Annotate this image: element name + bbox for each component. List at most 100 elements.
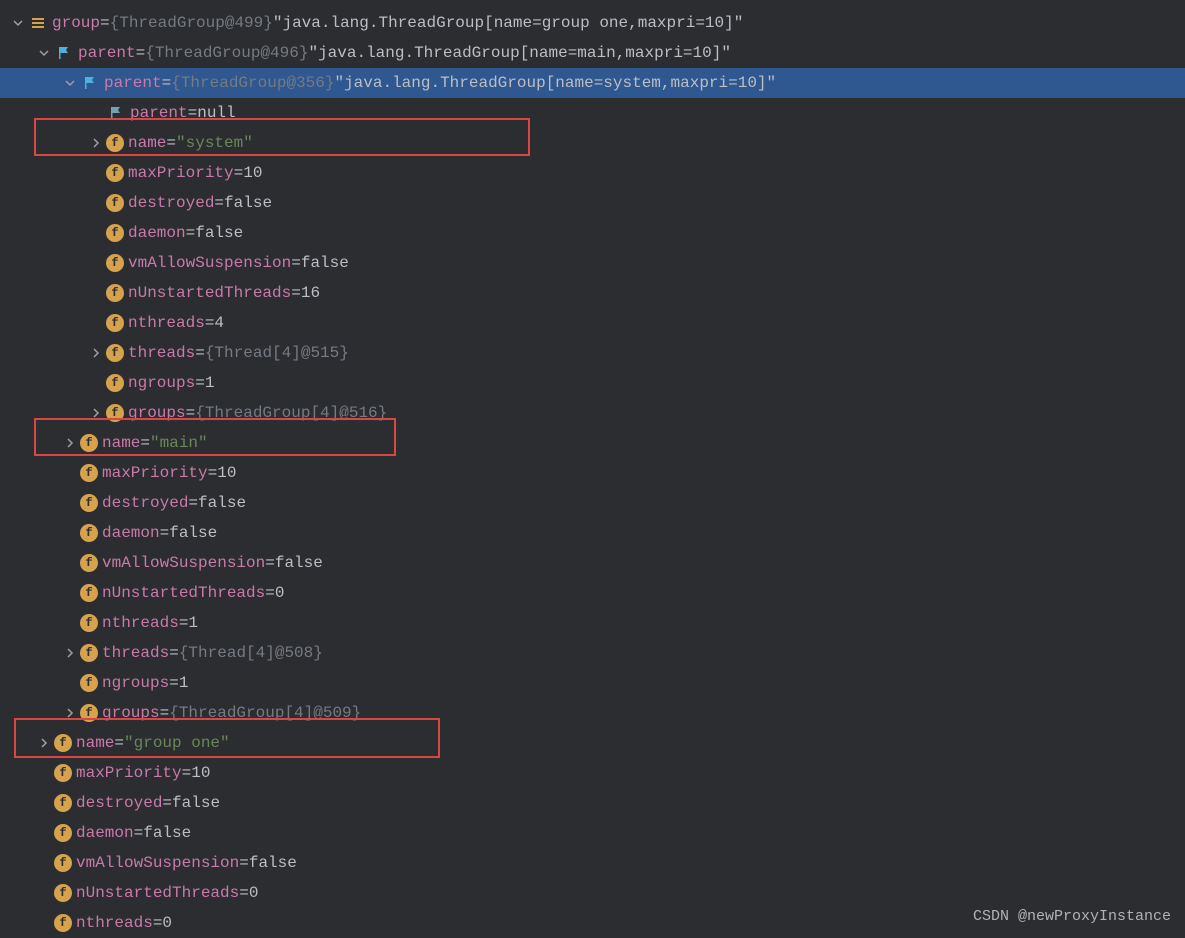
tree-row[interactable]: fname = "system": [0, 128, 1185, 158]
token-eq: =: [179, 614, 189, 632]
token-val: "java.lang.ThreadGroup[name=main,maxpri=…: [308, 44, 730, 62]
field-icon: f: [54, 884, 72, 902]
tree-row[interactable]: fvmAllowSuspension = false: [0, 248, 1185, 278]
token-var: parent: [130, 104, 188, 122]
token-eq: =: [265, 584, 275, 602]
token-str: "main": [150, 434, 208, 452]
field-icon: f: [54, 854, 72, 872]
tree-row[interactable]: fdestroyed = false: [0, 788, 1185, 818]
tree-row[interactable]: fnthreads = 4: [0, 308, 1185, 338]
field-icon: f: [80, 494, 98, 512]
tree-row[interactable]: fdaemon = false: [0, 518, 1185, 548]
token-val: false: [195, 224, 243, 242]
token-val: 0: [275, 584, 285, 602]
field-icon: f: [106, 344, 124, 362]
token-eq: =: [140, 434, 150, 452]
field-icon: f: [80, 584, 98, 602]
token-str: "system": [176, 134, 253, 152]
tree-row[interactable]: fdaemon = false: [0, 818, 1185, 848]
tree-row[interactable]: fmaxPriority = 10: [0, 458, 1185, 488]
tree-row[interactable]: fmaxPriority = 10: [0, 158, 1185, 188]
tree-row[interactable]: fvmAllowSuspension = false: [0, 548, 1185, 578]
tree-row[interactable]: fvmAllowSuspension = false: [0, 848, 1185, 878]
token-eq: =: [195, 374, 205, 392]
tree-row[interactable]: fmaxPriority = 10: [0, 758, 1185, 788]
token-var: vmAllowSuspension: [76, 854, 239, 872]
token-eq: =: [195, 344, 205, 362]
chevron-down-icon[interactable]: [34, 48, 54, 58]
token-eq: =: [160, 704, 170, 722]
token-ref: {ThreadGroup@499}: [110, 14, 273, 32]
tree-row[interactable]: fngroups = 1: [0, 368, 1185, 398]
field-icon: f: [54, 764, 72, 782]
tree-row[interactable]: fnUnstartedThreads = 0: [0, 878, 1185, 908]
tree-row[interactable]: parent = {ThreadGroup@496} "java.lang.Th…: [0, 38, 1185, 68]
token-eq: =: [239, 884, 249, 902]
tree-row[interactable]: fnthreads = 1: [0, 608, 1185, 638]
token-val: 1: [179, 674, 189, 692]
chevron-right-icon[interactable]: [60, 648, 80, 658]
chevron-right-icon[interactable]: [34, 738, 54, 748]
field-icon: f: [106, 404, 124, 422]
chevron-right-icon[interactable]: [86, 348, 106, 358]
token-ref: {ThreadGroup@496}: [145, 44, 308, 62]
token-val: false: [275, 554, 323, 572]
variables-tree[interactable]: group = {ThreadGroup@499} "java.lang.Thr…: [0, 0, 1185, 938]
token-eq: =: [205, 314, 215, 332]
token-ref: {Thread[4]@508}: [179, 644, 323, 662]
token-eq: =: [136, 44, 146, 62]
tree-row[interactable]: fgroups = {ThreadGroup[4]@516}: [0, 398, 1185, 428]
chevron-right-icon[interactable]: [60, 708, 80, 718]
tree-row[interactable]: fname = "group one": [0, 728, 1185, 758]
tree-row[interactable]: fdaemon = false: [0, 218, 1185, 248]
tree-row[interactable]: fngroups = 1: [0, 668, 1185, 698]
token-val: 10: [217, 464, 236, 482]
token-str: "group one": [124, 734, 230, 752]
field-icon: f: [80, 704, 98, 722]
field-icon: f: [54, 794, 72, 812]
tree-row[interactable]: fnUnstartedThreads = 0: [0, 578, 1185, 608]
tree-row[interactable]: fgroups = {ThreadGroup[4]@509}: [0, 698, 1185, 728]
chevron-down-icon[interactable]: [8, 18, 28, 28]
tree-row[interactable]: fthreads = {Thread[4]@515}: [0, 338, 1185, 368]
tree-row[interactable]: parent = {ThreadGroup@356} "java.lang.Th…: [0, 68, 1185, 98]
token-val: 1: [205, 374, 215, 392]
chevron-right-icon[interactable]: [86, 408, 106, 418]
chevron-down-icon[interactable]: [60, 78, 80, 88]
tree-row[interactable]: group = {ThreadGroup@499} "java.lang.Thr…: [0, 8, 1185, 38]
field-icon: f: [80, 554, 98, 572]
token-val: false: [224, 194, 272, 212]
chevron-right-icon[interactable]: [86, 138, 106, 148]
token-val: "java.lang.ThreadGroup[name=group one,ma…: [273, 14, 743, 32]
tree-row[interactable]: parent = null: [0, 98, 1185, 128]
chevron-right-icon[interactable]: [60, 438, 80, 448]
field-icon: f: [80, 644, 98, 662]
flag-icon: [106, 103, 126, 123]
token-val: "java.lang.ThreadGroup[name=system,maxpr…: [334, 74, 776, 92]
token-var: maxPriority: [128, 164, 234, 182]
token-ref: {ThreadGroup[4]@509}: [169, 704, 361, 722]
tree-row[interactable]: fname = "main": [0, 428, 1185, 458]
token-var: daemon: [102, 524, 160, 542]
token-eq: =: [188, 104, 198, 122]
token-var: destroyed: [76, 794, 162, 812]
tree-row[interactable]: fdestroyed = false: [0, 488, 1185, 518]
field-icon: f: [106, 254, 124, 272]
tree-row[interactable]: fnUnstartedThreads = 16: [0, 278, 1185, 308]
tree-row[interactable]: fdestroyed = false: [0, 188, 1185, 218]
token-var: maxPriority: [76, 764, 182, 782]
token-eq: =: [291, 284, 301, 302]
token-val: 16: [301, 284, 320, 302]
token-val: false: [169, 524, 217, 542]
token-val: 1: [188, 614, 198, 632]
field-icon: f: [106, 314, 124, 332]
token-var: nUnstartedThreads: [128, 284, 291, 302]
token-eq: =: [162, 74, 172, 92]
token-var: parent: [104, 74, 162, 92]
token-eq: =: [182, 764, 192, 782]
field-icon: f: [106, 284, 124, 302]
tree-row[interactable]: fthreads = {Thread[4]@508}: [0, 638, 1185, 668]
object-icon: [28, 13, 48, 33]
token-val: 0: [249, 884, 259, 902]
token-val: false: [301, 254, 349, 272]
